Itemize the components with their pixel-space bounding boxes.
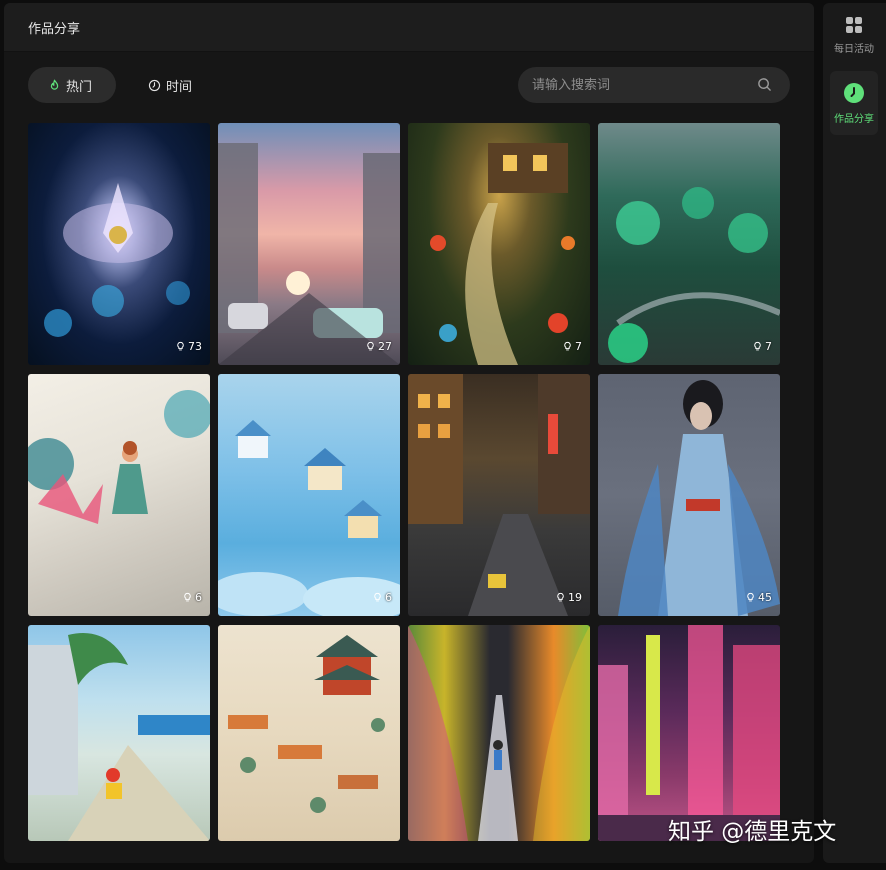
watermark: 知乎 @德里克文 [668, 819, 837, 845]
lightbulb-icon [747, 592, 754, 602]
artwork-thumbnail [28, 390, 210, 524]
artwork-thumbnail [28, 633, 210, 841]
artwork-thumbnail [408, 374, 590, 616]
artwork-thumbnail [598, 625, 780, 841]
gallery-card[interactable]: 45 [598, 374, 780, 616]
artwork-thumbnail [228, 635, 385, 813]
search-input[interactable] [518, 76, 754, 94]
gallery-card[interactable]: 73 [28, 123, 210, 365]
tab-hot-label: 热门 [66, 79, 93, 95]
artwork-thumbnail [618, 380, 780, 616]
toolbar: 热门 时间 [28, 67, 790, 103]
page-title: 作品分享 [28, 21, 81, 37]
like-count: 19 [555, 591, 582, 604]
gallery-card[interactable]: 7 [408, 123, 590, 365]
gallery-card[interactable] [28, 625, 210, 841]
gallery-card[interactable]: 6 [28, 374, 210, 616]
sidebar: 每日活动 作品分享 [823, 3, 886, 863]
artwork-thumbnail [608, 187, 780, 363]
gallery-card[interactable] [408, 625, 590, 841]
sidebar-item-works-share[interactable]: 作品分享 [830, 71, 878, 135]
fire-icon [50, 79, 59, 90]
like-count: 7 [562, 340, 582, 353]
lightbulb-icon [177, 341, 184, 351]
lightbulb-icon [367, 341, 374, 351]
lightbulb-icon [754, 341, 761, 351]
sidebar-item-label: 每日活动 [834, 43, 874, 55]
gallery-card[interactable]: 6 [218, 374, 400, 616]
search-icon[interactable] [757, 77, 772, 92]
lightbulb-icon [557, 592, 564, 602]
artwork-thumbnail [44, 183, 190, 337]
tab-time[interactable]: 时间 [144, 67, 196, 103]
works-panel: 作品分享 热门 时间 73 [4, 3, 814, 863]
tab-hot[interactable]: 热门 [28, 67, 116, 103]
sidebar-item-label: 作品分享 [834, 113, 874, 125]
artwork-thumbnail [218, 420, 400, 616]
sidebar-item-daily-activity[interactable]: 每日活动 [830, 3, 878, 67]
like-count: 73 [175, 340, 202, 353]
like-count: 6 [372, 591, 392, 604]
artwork-thumbnail [218, 143, 400, 365]
like-count: 6 [182, 591, 202, 604]
clock-icon [148, 79, 161, 91]
gallery-card[interactable]: 7 [598, 123, 780, 365]
gallery-card[interactable]: 19 [408, 374, 590, 616]
like-count: 7 [752, 340, 772, 353]
gallery-card[interactable] [218, 625, 400, 841]
lightbulb-icon [184, 592, 191, 602]
artwork-thumbnail [408, 625, 590, 841]
artwork-thumbnail [430, 143, 575, 365]
gallery-card[interactable] [598, 625, 780, 841]
gallery-card[interactable]: 27 [218, 123, 400, 365]
lightbulb-icon [564, 341, 571, 351]
tab-time-label: 时间 [166, 79, 193, 95]
like-count: 27 [365, 340, 392, 353]
search-box [518, 67, 790, 103]
like-count: 45 [745, 591, 772, 604]
lightbulb-icon [374, 592, 381, 602]
panel-header: 作品分享 [4, 3, 814, 52]
grid-icon [846, 16, 862, 33]
clock-icon [844, 82, 864, 103]
